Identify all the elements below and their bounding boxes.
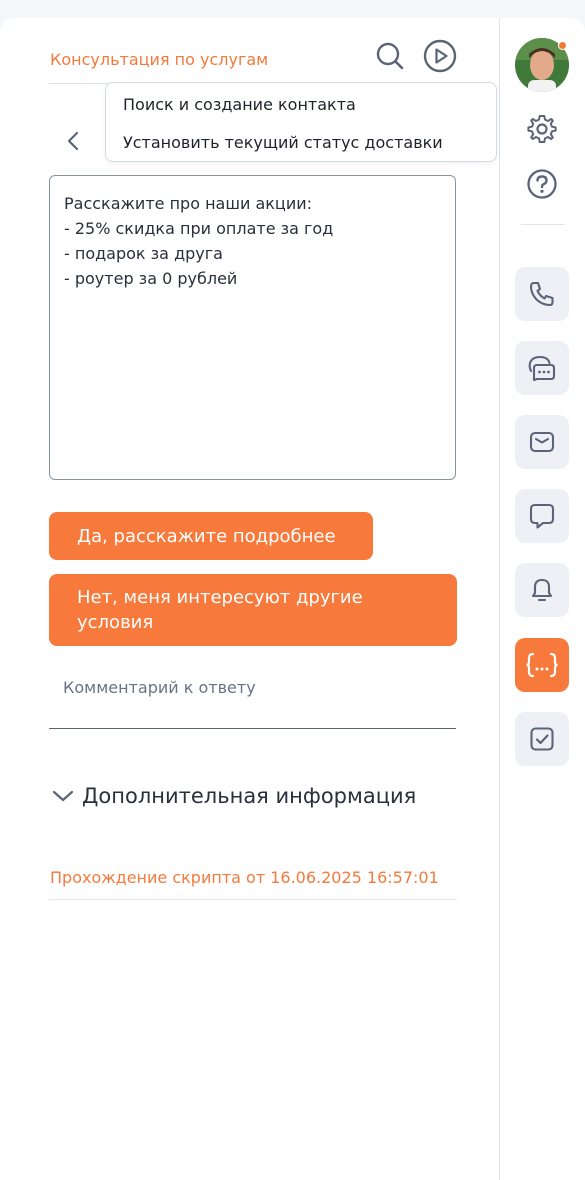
answer-button-yes[interactable]: Да, расскажите подробнее bbox=[49, 512, 373, 560]
gear-icon bbox=[527, 115, 557, 143]
comment-underline bbox=[49, 728, 456, 729]
settings-button[interactable] bbox=[526, 113, 558, 145]
script-run-info: Прохождение скрипта от 16.06.2025 16:57:… bbox=[50, 868, 439, 887]
comment-input[interactable]: Комментарий к ответу bbox=[63, 678, 256, 697]
play-button[interactable] bbox=[423, 39, 457, 73]
chevron-down-icon bbox=[52, 790, 74, 802]
message-button[interactable] bbox=[515, 489, 569, 543]
script-button[interactable] bbox=[515, 638, 569, 692]
back-button[interactable] bbox=[60, 128, 86, 154]
menu-item-search-contact[interactable]: Поиск и создание контакта bbox=[123, 95, 356, 114]
search-icon bbox=[376, 42, 404, 70]
script-title[interactable]: Консультация по услугам bbox=[50, 50, 268, 69]
chevron-left-icon bbox=[67, 131, 79, 151]
help-icon bbox=[527, 169, 557, 199]
play-icon bbox=[423, 39, 457, 73]
extra-info-label: Дополнительная информация bbox=[82, 784, 417, 808]
search-button[interactable] bbox=[373, 39, 407, 73]
status-badge bbox=[558, 41, 567, 50]
message-icon bbox=[529, 503, 555, 529]
notifications-button[interactable] bbox=[515, 563, 569, 617]
task-icon bbox=[530, 727, 554, 751]
menu-item-delivery-status[interactable]: Установить текущий статус доставки bbox=[123, 133, 443, 152]
answer-button-no[interactable]: Нет, меня интересуют другие условия bbox=[49, 574, 457, 646]
run-info-divider bbox=[49, 899, 457, 900]
phone-button[interactable] bbox=[515, 267, 569, 321]
script-text-box: Расскажите про наши акции: - 25% скидка … bbox=[49, 175, 456, 480]
extra-info-toggle[interactable]: Дополнительная информация bbox=[52, 784, 416, 808]
rail-divider bbox=[521, 224, 565, 225]
chat-button[interactable] bbox=[515, 341, 569, 395]
mail-icon bbox=[529, 431, 555, 453]
chat-icon bbox=[528, 355, 556, 382]
tasks-button[interactable] bbox=[515, 712, 569, 766]
script-icon bbox=[526, 652, 558, 678]
help-button[interactable] bbox=[526, 168, 558, 200]
phone-icon bbox=[529, 281, 554, 307]
actions-dropdown: Поиск и создание контакта Установить тек… bbox=[105, 82, 497, 162]
bell-icon bbox=[531, 578, 553, 602]
mail-button[interactable] bbox=[515, 415, 569, 469]
